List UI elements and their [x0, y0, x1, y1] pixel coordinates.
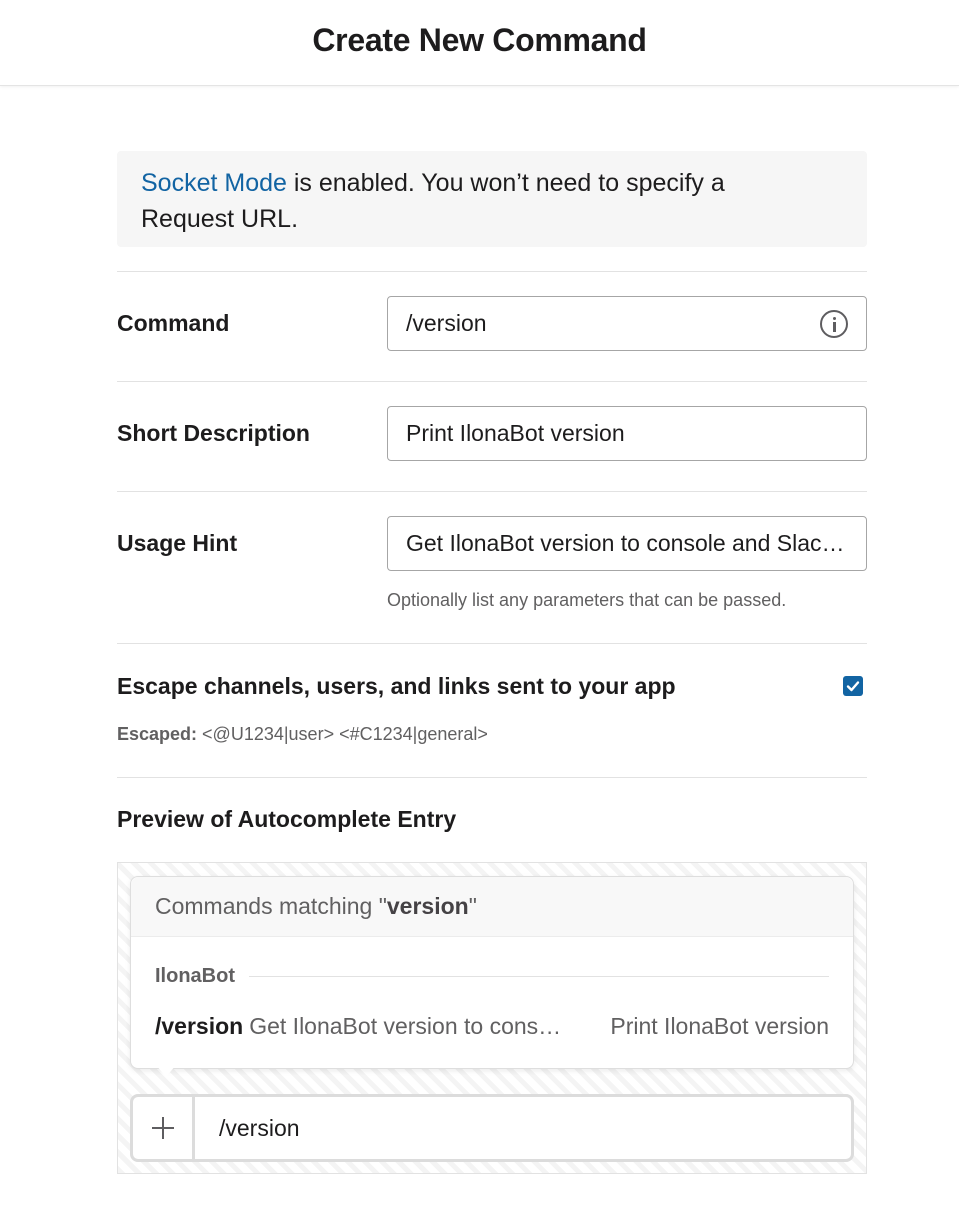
autocomplete-header: Commands matching " version " — [131, 877, 853, 937]
autocomplete-popup: Commands matching " version " IlonaBot /ve… — [130, 876, 854, 1069]
divider — [117, 271, 867, 272]
message-composer[interactable]: /version — [130, 1094, 854, 1162]
autocomplete-item[interactable]: /version Get IlonaBot version to cons… P… — [155, 1013, 829, 1040]
item-command: /version — [155, 1013, 244, 1039]
divider — [117, 491, 867, 492]
banner-text-2: Request URL. — [141, 205, 299, 233]
page-title: Create New Command — [312, 22, 647, 58]
usage-hint-value: Get IlonaBot version to console and Slac… — [406, 530, 845, 556]
command-input[interactable]: /version — [387, 296, 867, 351]
divider — [117, 643, 867, 644]
short-description-input[interactable]: Print IlonaBot version — [387, 406, 867, 461]
escaped-label: Escaped: — [117, 724, 198, 744]
usage-hint-input[interactable]: Get IlonaBot version to console and Slac… — [387, 516, 867, 571]
banner-text: is enabled. You won’t need to specify a — [286, 169, 725, 197]
info-icon[interactable] — [820, 309, 848, 338]
socket-mode-banner: Socket Mode is enabled. You won’t need t… — [117, 151, 867, 247]
page-header: Create New Command — [0, 0, 959, 86]
section-name: IlonaBot — [155, 965, 235, 987]
divider — [117, 777, 867, 778]
header-prefix: Commands matching " — [155, 893, 387, 919]
preview-title: Preview of Autocomplete Entry — [117, 806, 457, 832]
section-header: IlonaBot — [155, 965, 829, 988]
short-description-label: Short Description — [117, 420, 310, 446]
usage-hint-helper: Optionally list any parameters that can … — [387, 590, 787, 610]
escape-label: Escape channels, users, and links sent t… — [117, 673, 676, 699]
composer-text: /version — [219, 1114, 300, 1141]
popup-caret — [156, 1065, 176, 1077]
item-description: Print IlonaBot version — [610, 1013, 829, 1039]
header-term: version — [386, 893, 469, 919]
command-label: Command — [117, 310, 230, 336]
short-description-value: Print IlonaBot version — [406, 420, 625, 446]
divider — [117, 381, 867, 382]
socket-mode-link[interactable]: Socket Mode — [141, 169, 287, 197]
command-value: /version — [406, 310, 487, 336]
escaped-value: <@U1234|user> <#C1234|general> — [197, 724, 488, 744]
usage-hint-label: Usage Hint — [117, 530, 238, 556]
escape-checkbox[interactable] — [843, 676, 863, 696]
section-divider — [249, 976, 829, 977]
plus-icon[interactable] — [133, 1097, 195, 1159]
item-hint: Get IlonaBot version to cons… — [249, 1013, 562, 1039]
escaped-example: Escaped: <@U1234|user> <#C1234|general> — [117, 724, 488, 745]
header-suffix: " — [468, 893, 477, 919]
check-icon — [846, 681, 860, 692]
